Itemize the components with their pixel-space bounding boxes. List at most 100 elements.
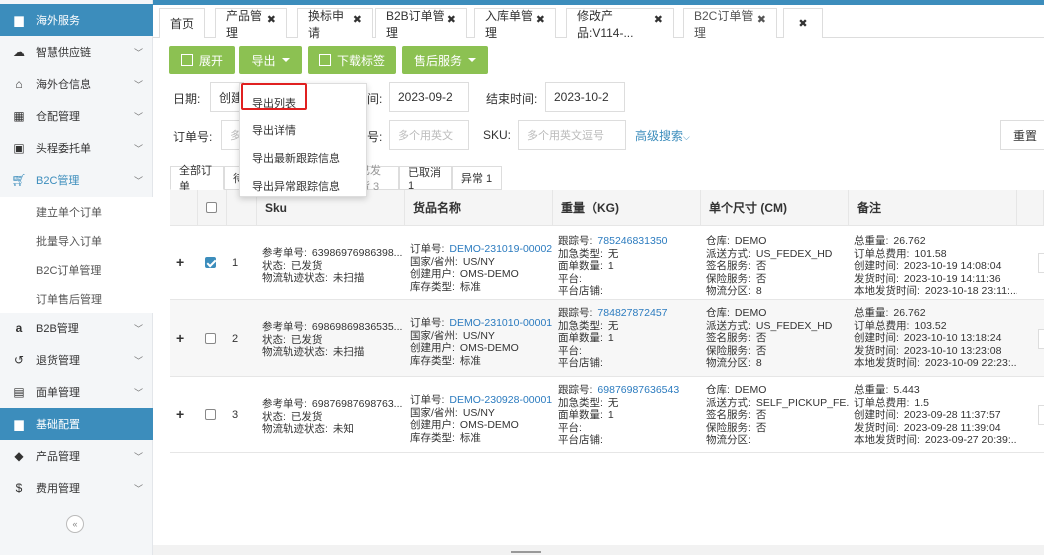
- tab-products[interactable]: 产品管理 ✖: [215, 8, 287, 40]
- menu-item-export-detail[interactable]: 导出详情: [252, 122, 296, 138]
- field-value: 2023-10-09 22:23:...: [924, 357, 1017, 369]
- cell-remark: 总重量: 26.762 订单总费用: 103.52 创建时间: 2023-10-10 13…: [849, 307, 1017, 370]
- sidebar-item-basic-config[interactable]: ▆ 基础配置: [0, 408, 153, 440]
- chevron-down-icon: ﹀: [133, 388, 143, 398]
- tab-b2c-orders[interactable]: B2C订单管理 ✖: [683, 8, 777, 40]
- expand-row-icon[interactable]: +: [176, 406, 184, 422]
- tab-edit-product[interactable]: 修改产品:V114-... ✖: [566, 8, 674, 40]
- field-link[interactable]: 69876987636543: [597, 384, 679, 396]
- field-label: 签名服务:: [706, 260, 751, 272]
- field-link[interactable]: 784827872457: [597, 307, 667, 319]
- close-icon[interactable]: ✖: [267, 13, 276, 26]
- menu-item-export-latest-tracking[interactable]: 导出最新跟踪信息: [252, 150, 340, 166]
- close-icon[interactable]: ✖: [798, 17, 807, 30]
- select-all-checkbox[interactable]: [206, 202, 217, 213]
- cell-weight: 跟踪号: 69876987636543 加急类型: 无面单数量: 1 平台: 平台店铺:: [553, 384, 701, 447]
- cloud-icon: ☁: [13, 45, 25, 59]
- sidebar-item-b2c[interactable]: 🛒︎ B2C管理 ﹀: [0, 164, 153, 196]
- field-value: 否: [755, 344, 767, 357]
- order-no-label: 订单号:: [173, 130, 213, 144]
- close-icon[interactable]: ✖: [536, 13, 545, 26]
- field-label: 平台店铺:: [558, 285, 603, 297]
- chevron-down-icon: ﹀: [133, 356, 143, 366]
- sidebar-item-fees[interactable]: $ 费用管理 ﹀: [0, 472, 153, 504]
- tab-inbound[interactable]: 入库单管理 ✖: [474, 8, 556, 40]
- field-value: 标准: [459, 280, 481, 293]
- reset-button[interactable]: 重置: [1000, 120, 1044, 150]
- field-value: US/NY: [462, 329, 495, 342]
- field-value: OMS-DEMO: [459, 419, 519, 431]
- close-icon[interactable]: ✖: [757, 13, 766, 26]
- expand-button[interactable]: 展开: [169, 46, 235, 74]
- row-action-button[interactable]: [1038, 253, 1044, 273]
- chevron-down-icon: ﹀: [133, 324, 143, 334]
- sidebar-collapse-button[interactable]: «: [66, 515, 84, 533]
- chevron-down-icon: ⌵: [683, 132, 690, 142]
- close-icon[interactable]: ✖: [447, 13, 456, 26]
- table-row: +3 参考单号: 69876987698763... 状态: 已发货 物流轨迹状态: 未知 订…: [170, 377, 1044, 453]
- sidebar-item-b2b[interactable]: a B2B管理 ﹀: [0, 312, 153, 344]
- field-link[interactable]: DEMO-230928-00001: [449, 394, 552, 406]
- tab-home[interactable]: 首页: [159, 8, 205, 38]
- header-expand: [170, 190, 198, 226]
- field-label: 保险服务:: [706, 421, 751, 434]
- cell-weight: 跟踪号: 784827872457 加急类型: 无面单数量: 1 平台: 平台店铺:: [553, 307, 701, 370]
- sidebar-item-overseas[interactable]: ▆ 海外服务: [0, 4, 153, 36]
- menu-item-export-exception-tracking[interactable]: 导出异常跟踪信息: [252, 178, 340, 194]
- row-action-button[interactable]: [1038, 329, 1044, 349]
- highlight-box: [241, 83, 307, 110]
- tab-close-all[interactable]: ✖: [783, 8, 823, 38]
- sidebar-sub-batch-import[interactable]: 批量导入订单: [0, 226, 153, 255]
- row-checkbox[interactable]: [205, 333, 216, 344]
- export-button[interactable]: 导出: [239, 46, 302, 74]
- sidebar-item-labels[interactable]: ▤ 面单管理 ﹀: [0, 376, 153, 408]
- header-select-all: [198, 190, 227, 226]
- after-sales-button[interactable]: 售后服务: [402, 46, 488, 74]
- dollar-icon: $: [15, 481, 23, 495]
- field-link[interactable]: 785246831350: [597, 235, 667, 247]
- end-date-input[interactable]: 2023-10-2: [545, 82, 625, 112]
- field-label: 创建用户:: [410, 268, 455, 280]
- status-tab-cancelled[interactable]: 已取消 1: [399, 166, 452, 192]
- field-link[interactable]: DEMO-231019-00002: [449, 243, 552, 255]
- field-label: 派送方式:: [706, 396, 751, 409]
- sidebar-item-supply-chain[interactable]: ☁ 智慧供应链 ﹀: [0, 36, 153, 68]
- start-date-input[interactable]: 2023-09-2: [389, 82, 469, 112]
- cell-goods: 订单号: DEMO-230928-00001 国家/省州: US/NY 创建用户: OMS…: [405, 394, 553, 444]
- status-tab-exception[interactable]: 异常 1: [452, 166, 502, 190]
- field-label: 平台:: [558, 344, 582, 357]
- ref-no-label: 号:: [367, 130, 383, 144]
- field-value: 否: [755, 272, 767, 285]
- sidebar-sub-after-sales[interactable]: 订单售后管理: [0, 284, 153, 313]
- sidebar-item-fulfillment[interactable]: ▦ 仓配管理 ﹀: [0, 100, 153, 132]
- row-checkbox[interactable]: [205, 409, 216, 420]
- tab-b2b-orders[interactable]: B2B订单管理 ✖: [375, 8, 467, 40]
- row-checkbox[interactable]: [205, 257, 216, 268]
- field-label: 订单号:: [410, 394, 445, 406]
- expand-row-icon[interactable]: +: [176, 330, 184, 346]
- row-index: 2: [232, 333, 239, 345]
- field-link[interactable]: DEMO-231010-00001: [449, 317, 552, 329]
- cell-size: 仓库: DEMO 派送方式: SELF_PICKUP_FE... 签名服务: 否保险服务:…: [701, 384, 849, 447]
- sidebar-item-first-leg[interactable]: ▣ 头程委托单 ﹀: [0, 132, 153, 164]
- field-value: 无: [607, 396, 619, 409]
- download-label-button[interactable]: 下载标签: [308, 46, 396, 74]
- sku-label: SKU:: [483, 128, 512, 142]
- sidebar-item-warehouse-info[interactable]: ⌂ 海外仓信息 ﹀: [0, 68, 153, 100]
- bottom-scrollbar[interactable]: [153, 545, 1044, 555]
- sku-input[interactable]: 多个用英文逗号: [518, 120, 626, 150]
- sidebar-item-products[interactable]: ◆ 产品管理 ﹀: [0, 440, 153, 472]
- advanced-search-link[interactable]: 高级搜索⌵: [635, 127, 690, 144]
- sidebar-item-returns[interactable]: ↺ 退货管理 ﹀: [0, 344, 153, 376]
- header-goods: 货品名称: [405, 190, 553, 226]
- sidebar-sub-create-order[interactable]: 建立单个订单: [0, 197, 153, 226]
- tab-relabel[interactable]: 换标申请 ✖: [297, 8, 373, 40]
- ref-no-input[interactable]: 多个用英文: [389, 120, 469, 150]
- status-tab-all[interactable]: 全部订单: [170, 165, 224, 193]
- close-icon[interactable]: ✖: [654, 13, 663, 26]
- row-action-button[interactable]: [1038, 405, 1044, 425]
- close-icon[interactable]: ✖: [353, 13, 362, 26]
- field-label: 物流分区:: [706, 434, 751, 446]
- expand-row-icon[interactable]: +: [176, 254, 184, 270]
- sidebar-sub-b2c-orders[interactable]: B2C订单管理: [0, 255, 153, 284]
